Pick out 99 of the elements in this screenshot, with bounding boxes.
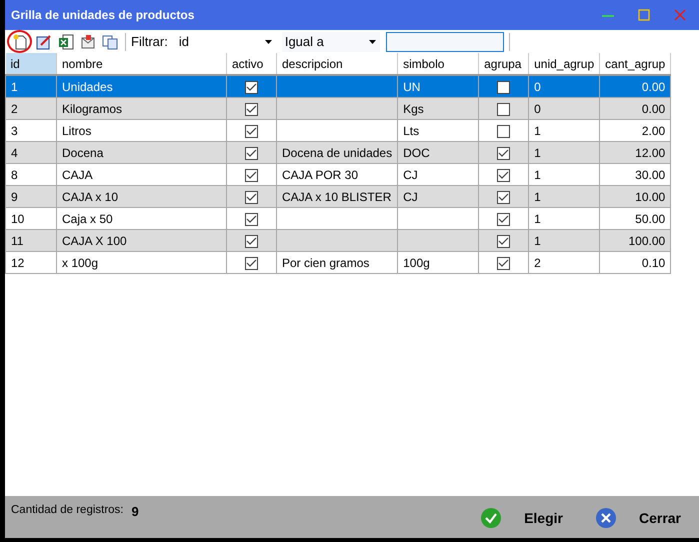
table-cell: 10 xyxy=(11,212,24,226)
table-cell: CAJA xyxy=(62,168,93,182)
filter-label: Filtrar: xyxy=(131,34,168,49)
search-field[interactable] xyxy=(386,32,504,52)
record-count: 9 xyxy=(132,504,139,519)
checkbox[interactable] xyxy=(245,212,258,226)
table-cell: 9 xyxy=(11,190,18,204)
table-row[interactable]: 2 Kilogramos Kgs 0 0.00 xyxy=(6,98,671,120)
table-cell: 1 xyxy=(534,124,541,138)
table-cell: CAJA POR 30 xyxy=(282,168,358,182)
table-cell: x 100g xyxy=(62,256,98,270)
table-row[interactable]: 9 CAJA x 10 CAJA x 10 BLISTER CJ 1 10.00 xyxy=(6,186,671,208)
table-cell: 0 xyxy=(534,80,541,94)
close-dialog-button[interactable]: Cerrar xyxy=(588,506,687,530)
table-cell: CAJA x 10 BLISTER xyxy=(282,190,392,204)
table-cell: Kgs xyxy=(403,102,424,116)
checkbox[interactable] xyxy=(497,256,510,270)
checkbox[interactable] xyxy=(497,124,510,138)
column-header[interactable]: simbolo xyxy=(398,53,479,75)
table-cell: 1 xyxy=(534,234,541,248)
table-cell: 0.00 xyxy=(642,102,666,116)
checkbox[interactable] xyxy=(245,168,258,182)
table-cell: 1 xyxy=(11,80,18,94)
checkbox[interactable] xyxy=(245,80,258,94)
table-cell: CAJA x 10 xyxy=(62,190,118,204)
checkbox[interactable] xyxy=(497,168,510,182)
table-cell: Docena xyxy=(62,146,104,160)
table-cell: 50.00 xyxy=(635,212,666,226)
table-cell: Unidades xyxy=(62,80,113,94)
table-cell: 100.00 xyxy=(628,234,666,248)
table-cell: 30.00 xyxy=(635,168,666,182)
table-row[interactable]: 11 CAJA X 100 1 100.00 xyxy=(6,230,671,252)
table-cell: CJ xyxy=(403,168,418,182)
column-header[interactable]: unid_agrup xyxy=(528,53,600,75)
column-header[interactable]: id xyxy=(6,53,56,75)
dropdown-icon xyxy=(264,40,272,44)
column-header[interactable]: nombre xyxy=(56,53,226,75)
checkbox[interactable] xyxy=(497,212,510,226)
choose-button[interactable]: Elegir xyxy=(474,506,569,530)
checkbox[interactable] xyxy=(245,190,258,204)
table-cell: UN xyxy=(403,80,420,94)
spreadsheet-icon xyxy=(58,34,74,50)
edit-form-icon xyxy=(36,34,52,50)
table-row[interactable]: 1 Unidades UN 0 0.00 xyxy=(6,75,671,98)
operator-dropdown[interactable]: Igual a xyxy=(282,32,380,52)
column-header[interactable]: descripcion xyxy=(276,53,398,75)
new-document-icon xyxy=(12,34,28,50)
checkbox[interactable] xyxy=(245,124,258,138)
checkbox[interactable] xyxy=(497,102,510,116)
checkbox[interactable] xyxy=(497,146,510,160)
close-icon xyxy=(674,9,686,21)
table-cell: 2 xyxy=(11,102,18,116)
table-cell: Caja x 50 xyxy=(62,212,113,226)
table-cell: CJ xyxy=(403,190,418,204)
table-cell: 2 xyxy=(534,256,541,270)
table-cell: 0.00 xyxy=(642,80,666,94)
table-cell: DOC xyxy=(403,146,430,160)
table-cell: 8 xyxy=(11,168,18,182)
record-count-label: Cantidad de registros: xyxy=(11,504,124,516)
envelope-icon xyxy=(80,34,96,50)
table-cell: 11 xyxy=(11,234,24,248)
table-cell: CAJA X 100 xyxy=(62,234,127,248)
table-cell: Lts xyxy=(403,124,420,138)
table-cell: 1 xyxy=(534,146,541,160)
table-cell: 100g xyxy=(403,256,430,270)
column-header[interactable]: agrupa xyxy=(478,53,529,75)
checkbox[interactable] xyxy=(497,190,510,204)
checkbox[interactable] xyxy=(245,102,258,116)
table-cell: 0.10 xyxy=(642,256,666,270)
table-cell: 4 xyxy=(11,146,18,160)
table-cell: 10.00 xyxy=(635,190,666,204)
window-title: Grilla de unidades de productos xyxy=(11,8,194,22)
table-cell: 1 xyxy=(534,190,541,204)
checkbox[interactable] xyxy=(245,146,258,160)
column-header[interactable]: cant_agrup xyxy=(600,53,671,75)
table-cell: 12 xyxy=(11,256,24,270)
dropdown-icon xyxy=(368,40,376,44)
table-cell: 2.00 xyxy=(642,124,666,138)
checkbox[interactable] xyxy=(245,256,258,270)
table-row[interactable]: 12 x 100g Por cien gramos 100g 2 0.10 xyxy=(6,252,671,274)
table-row[interactable]: 4 Docena Docena de unidades DOC 1 12.00 xyxy=(6,142,671,164)
table-cell: Litros xyxy=(62,124,92,138)
checkbox[interactable] xyxy=(245,234,258,248)
checkbox[interactable] xyxy=(497,234,510,248)
table-cell: 1 xyxy=(534,168,541,182)
close-icon xyxy=(594,507,617,529)
table-cell: 12.00 xyxy=(635,146,666,160)
table-cell: Docena de unidades xyxy=(282,146,392,160)
table-cell: 0 xyxy=(534,102,541,116)
table-cell: Kilogramos xyxy=(62,102,122,116)
table-cell: 1 xyxy=(534,212,541,226)
maximize-icon xyxy=(638,9,650,21)
table-cell: 3 xyxy=(11,124,18,138)
checkbox[interactable] xyxy=(497,80,510,94)
column-header[interactable]: activo xyxy=(226,53,276,75)
table-cell: Por cien gramos xyxy=(282,256,370,270)
checkmark-icon xyxy=(480,507,502,529)
copy-icon xyxy=(102,34,118,50)
excel-export-button[interactable] xyxy=(56,32,76,52)
